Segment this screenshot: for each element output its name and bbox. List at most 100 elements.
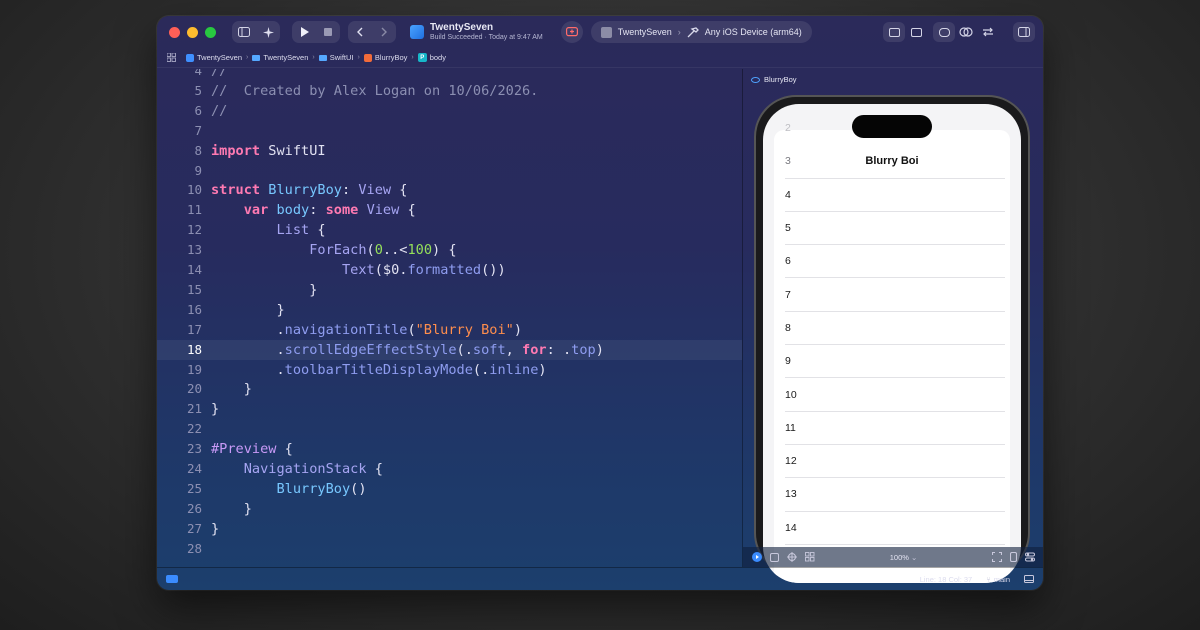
code-line[interactable]: 17 .navigationTitle("Blurry Boi") [157, 320, 742, 340]
breadcrumb-group[interactable]: TwentySeven [252, 53, 308, 62]
list-item[interactable]: 8 [785, 312, 1005, 346]
chevron-down-icon[interactable]: ⌄ [911, 553, 917, 562]
line-number[interactable]: 20 [157, 379, 202, 399]
line-number[interactable]: 7 [157, 121, 202, 141]
fit-to-screen-icon[interactable] [991, 552, 1002, 562]
scheme-selector[interactable]: TwentySeven › Any iOS Device (arm64) [590, 21, 812, 43]
list-item[interactable]: 12 [785, 445, 1005, 479]
line-number[interactable]: 15 [157, 280, 202, 300]
code-line[interactable]: 6 // [157, 101, 742, 121]
line-number[interactable]: 12 [157, 220, 202, 240]
code-line[interactable]: 23 #Preview { [157, 439, 742, 459]
code-line[interactable]: 28 [157, 539, 742, 559]
code-line[interactable]: 15 } [157, 280, 742, 300]
code-line[interactable]: 19 .toolbarTitleDisplayMode(.inline) [157, 360, 742, 380]
git-branch[interactable]: main [994, 575, 1010, 584]
list-item[interactable]: 5 [785, 212, 1005, 246]
breadcrumb-symbol[interactable]: Pbody [417, 53, 446, 62]
list-item[interactable]: 4 [785, 179, 1005, 212]
list-item[interactable]: 9 [785, 345, 1005, 379]
iphone-preview[interactable]: 2 3 4 5 6 7 8 9 10 11 12 13 14 Blurry Boi [754, 95, 1030, 583]
compare-button[interactable] [955, 22, 977, 42]
navigator-toggle-button[interactable] [232, 21, 256, 43]
list-item[interactable]: 13 [785, 478, 1005, 512]
close-window-button[interactable] [169, 26, 180, 38]
list-item[interactable]: 10 [785, 378, 1005, 412]
line-number[interactable]: 28 [157, 539, 202, 559]
line-number[interactable]: 14 [157, 260, 202, 280]
stop-button[interactable] [316, 21, 340, 43]
inspector-panel-icon[interactable] [1024, 575, 1034, 583]
code-line[interactable]: 11 var body: some View { [157, 200, 742, 220]
selectable-mode-icon[interactable] [770, 552, 779, 562]
breadcrumb-file[interactable]: BlurryBoy [363, 53, 407, 62]
line-number[interactable]: 23 [157, 439, 202, 459]
code-line[interactable]: 7 [157, 121, 742, 141]
line-number[interactable]: 11 [157, 200, 202, 220]
line-number[interactable]: 10 [157, 180, 202, 200]
code-line[interactable]: 16 } [157, 300, 742, 320]
line-number[interactable]: 24 [157, 459, 202, 479]
code-line[interactable]: 8 import SwiftUI [157, 141, 742, 161]
library-button[interactable] [883, 22, 905, 42]
breadcrumb-project[interactable]: TwentySeven [186, 53, 242, 62]
list-item[interactable]: 14 [785, 512, 1005, 545]
line-number[interactable]: 6 [157, 101, 202, 121]
line-number[interactable]: 18 [157, 340, 202, 360]
code-line[interactable]: 12 List { [157, 220, 742, 240]
inspector-mode-button[interactable] [933, 22, 955, 42]
line-number[interactable]: 4 [157, 69, 202, 81]
minimize-window-button[interactable] [187, 26, 198, 38]
forward-button[interactable] [372, 21, 396, 43]
line-number[interactable]: 21 [157, 399, 202, 419]
devices-button[interactable] [905, 22, 927, 42]
line-number[interactable]: 25 [157, 479, 202, 499]
code-line[interactable]: 18 .scrollEdgeEffectStyle(.soft, for: .t… [157, 339, 742, 360]
inspector-toggle-button[interactable] [1013, 22, 1035, 42]
target-icon[interactable] [787, 552, 797, 562]
list-item[interactable]: 6 [785, 245, 1005, 279]
source-editor[interactable]: 4 // 5 // Created by Alex Logan on 10/06/20… [157, 69, 742, 567]
line-number[interactable]: 22 [157, 419, 202, 439]
live-play-icon[interactable] [752, 552, 762, 562]
list-item[interactable]: 7 [785, 279, 1005, 312]
issues-button[interactable] [560, 21, 583, 43]
code-line[interactable]: 13 ForEach(0..<100) { [157, 240, 742, 260]
line-number[interactable]: 17 [157, 320, 202, 340]
code-line[interactable]: 20 } [157, 379, 742, 399]
grid-icon [167, 53, 176, 62]
code-line[interactable]: 10 struct BlurryBoy: View { [157, 180, 742, 200]
code-line[interactable]: 14 Text($0.formatted()) [157, 260, 742, 280]
zoom-level[interactable]: 100% [890, 553, 909, 562]
code-line[interactable]: 22 [157, 419, 742, 439]
line-number[interactable]: 9 [157, 161, 202, 181]
code-line[interactable]: 26 } [157, 499, 742, 519]
line-number[interactable]: 8 [157, 141, 202, 161]
line-number[interactable]: 16 [157, 300, 202, 320]
code-line[interactable]: 24 NavigationStack { [157, 459, 742, 479]
line-number[interactable]: 13 [157, 240, 202, 260]
line-number[interactable]: 26 [157, 499, 202, 519]
code-line[interactable]: 21} [157, 399, 742, 419]
list-item[interactable]: 11 [785, 412, 1005, 445]
debug-area-toggle-icon[interactable] [166, 575, 178, 583]
variants-grid-icon[interactable] [805, 552, 815, 562]
run-button[interactable] [292, 21, 316, 43]
code-text: } [211, 401, 220, 418]
device-settings-icon[interactable] [1024, 552, 1035, 562]
zoom-window-button[interactable] [205, 26, 216, 38]
code-line[interactable]: 9 [157, 161, 742, 181]
coding-assistant-button[interactable] [256, 21, 280, 43]
code-line[interactable]: 4 // [157, 69, 742, 81]
swap-button[interactable] [977, 22, 999, 42]
back-button[interactable] [348, 21, 372, 43]
code-line[interactable]: 27} [157, 519, 742, 539]
code-line[interactable]: 5 // Created by Alex Logan on 10/06/2026. [157, 81, 742, 101]
line-number[interactable]: 19 [157, 360, 202, 380]
line-number[interactable]: 5 [157, 81, 202, 101]
stop-icon [324, 28, 332, 36]
line-number[interactable]: 27 [157, 519, 202, 539]
breadcrumb-folder[interactable]: SwiftUI [318, 53, 354, 62]
device-icon[interactable] [1009, 552, 1017, 562]
code-line[interactable]: 25 BlurryBoy() [157, 479, 742, 499]
